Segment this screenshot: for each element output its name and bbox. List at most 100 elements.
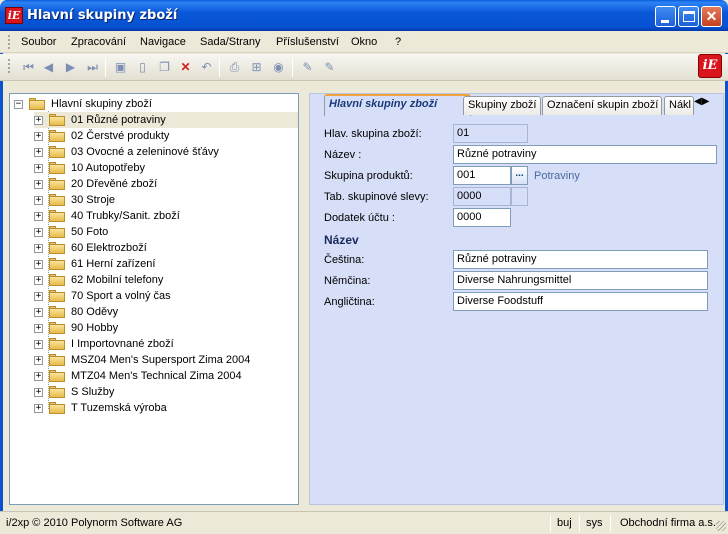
tree-item[interactable]: +61 Herní zařízení (34, 256, 157, 272)
menu-grip[interactable] (8, 35, 10, 49)
discount-table-label: Tab. skupinové slevy: (324, 191, 429, 203)
previous-record-icon[interactable]: ◀ (40, 59, 57, 75)
czech-name-field[interactable]: Různé potraviny (453, 250, 708, 269)
tab-oznaceni-skupin[interactable]: Označení skupin zboží (542, 96, 662, 115)
tree-item-label: 80 Oděvy (71, 306, 119, 318)
name-field[interactable]: Různé potraviny (453, 145, 717, 164)
next-record-icon[interactable]: ▶ (62, 59, 79, 75)
tree-item[interactable]: + T Tuzemská výroba (34, 400, 169, 416)
menu-prislusenstvi[interactable]: Příslušenství (276, 36, 339, 48)
save-icon[interactable]: ▣ (112, 59, 129, 75)
brand-logo-icon: iE (698, 54, 722, 78)
maximize-button[interactable] (678, 6, 699, 27)
undo-icon[interactable]: ↶ (198, 59, 215, 75)
tree-item-label: 50 Foto (71, 226, 109, 238)
folder-icon (49, 242, 65, 254)
last-record-icon[interactable]: ⏭ (84, 59, 101, 75)
new-document-icon[interactable]: ▯ (134, 59, 151, 75)
toolbar-separator (292, 58, 293, 77)
tree-panel[interactable]: − Hlavní skupiny zboží +01 Různé potravi… (9, 93, 299, 505)
discount-lookup-button (511, 187, 528, 206)
tree-item[interactable]: + S Služby (34, 384, 116, 400)
menu-zpracovani[interactable]: Zpracování (71, 36, 126, 48)
menu-help[interactable]: ? (395, 36, 401, 48)
expand-icon[interactable]: + (34, 323, 43, 333)
expand-icon[interactable]: + (34, 147, 43, 157)
tree-item[interactable]: +62 Mobilní telefony (34, 272, 165, 288)
main-group-label: Hlav. skupina zboží: (324, 128, 422, 140)
status-copyright: i/2xp © 2010 Polynorm Software AG (6, 517, 183, 529)
tab-scroll-arrows[interactable]: ◀▶ (694, 96, 709, 107)
expand-icon[interactable]: + (34, 339, 43, 349)
settings-icon[interactable]: ◉ (270, 59, 287, 75)
collapse-icon[interactable]: − (14, 99, 23, 109)
resize-grip[interactable] (716, 521, 726, 531)
tree-item[interactable]: +20 Dřevěné zboží (34, 176, 159, 192)
product-group-field[interactable]: 001 (453, 166, 511, 185)
tab-skupiny-zbozi[interactable]: Skupiny zboží (463, 96, 541, 115)
minimize-button[interactable] (655, 6, 676, 27)
tree-item[interactable]: +01 Různé potraviny (34, 112, 298, 128)
toolbar-grip[interactable] (8, 59, 10, 73)
expand-icon[interactable]: + (34, 243, 43, 253)
expand-icon[interactable]: + (34, 355, 43, 365)
tree-item[interactable]: +50 Foto (34, 224, 110, 240)
maximize-icon (683, 11, 695, 22)
folder-icon (49, 370, 65, 382)
edit-pen-disabled-icon[interactable]: ✎ (321, 59, 338, 75)
tree-item[interactable]: +02 Čerstvé produkty (34, 128, 171, 144)
expand-icon[interactable]: + (34, 195, 43, 205)
tree-item[interactable]: +60 Elektrozboží (34, 240, 149, 256)
expand-icon[interactable]: + (34, 371, 43, 381)
tree-item[interactable]: +90 Hobby (34, 320, 120, 336)
tab-scroll-left-icon[interactable]: ◀ (694, 96, 702, 107)
tree-root[interactable]: − Hlavní skupiny zboží (14, 96, 154, 112)
expand-icon[interactable]: + (34, 275, 43, 285)
menu-navigace[interactable]: Navigace (140, 36, 186, 48)
expand-icon[interactable]: + (34, 227, 43, 237)
expand-icon[interactable]: + (34, 403, 43, 413)
account-field[interactable]: 0000 (453, 208, 511, 227)
folder-icon (49, 306, 65, 318)
expand-icon[interactable]: + (34, 115, 43, 125)
tree-item[interactable]: + MSZ04 Men's Supersport Zima 2004 (34, 352, 252, 368)
expand-icon[interactable]: + (34, 387, 43, 397)
tab-hlavni-skupiny[interactable]: Hlavní skupiny zboží (324, 94, 471, 116)
tree-item[interactable]: +70 Sport a volný čas (34, 288, 173, 304)
menu-soubor[interactable]: Soubor (21, 36, 56, 48)
expand-icon[interactable]: + (34, 163, 43, 173)
copy-icon[interactable]: ❐ (156, 59, 173, 75)
expand-icon[interactable]: + (34, 307, 43, 317)
edit-pen-icon[interactable]: ✎ (299, 59, 316, 75)
tab-scroll-right-icon[interactable]: ▶ (702, 96, 710, 107)
close-button[interactable]: ✕ (701, 6, 722, 27)
expand-icon[interactable]: + (34, 291, 43, 301)
expand-icon[interactable]: + (34, 211, 43, 221)
german-name-field[interactable]: Diverse Nahrungsmittel (453, 271, 708, 290)
tree-item-label: S Služby (71, 386, 115, 398)
czech-label: Čeština: (324, 254, 365, 266)
first-record-icon[interactable]: ⏮ (20, 59, 37, 75)
menu-okno[interactable]: Okno (351, 36, 377, 48)
product-group-lookup-button[interactable]: ... (511, 166, 528, 185)
tree-item[interactable]: + I Importovnané zboží (34, 336, 176, 352)
print-icon[interactable]: ⎙ (226, 59, 243, 75)
menu-sada-strany[interactable]: Sada/Strany (200, 36, 261, 48)
tree-item[interactable]: +03 Ovocné a zeleninové šťávy (34, 144, 221, 160)
tree-item[interactable]: +10 Autopotřeby (34, 160, 147, 176)
expand-icon[interactable]: + (34, 259, 43, 269)
title-bar[interactable]: iE Hlavní skupiny zboží ✕ (0, 0, 728, 31)
tree-item[interactable]: +30 Stroje (34, 192, 117, 208)
tab-naklady[interactable]: Nákl (664, 96, 694, 115)
tree-item-label: 30 Stroje (71, 194, 116, 206)
tree-item[interactable]: + MTZ04 Men's Technical Zima 2004 (34, 368, 244, 384)
tree-view-icon[interactable]: ⊞ (248, 59, 265, 75)
folder-icon (49, 322, 65, 334)
toolbar-separator (105, 58, 106, 77)
english-name-field[interactable]: Diverse Foodstuff (453, 292, 708, 311)
expand-icon[interactable]: + (34, 179, 43, 189)
delete-icon[interactable]: ✕ (177, 59, 194, 75)
tree-item[interactable]: +80 Oděvy (34, 304, 120, 320)
tree-item[interactable]: +40 Trubky/Sanit. zboží (34, 208, 182, 224)
expand-icon[interactable]: + (34, 131, 43, 141)
